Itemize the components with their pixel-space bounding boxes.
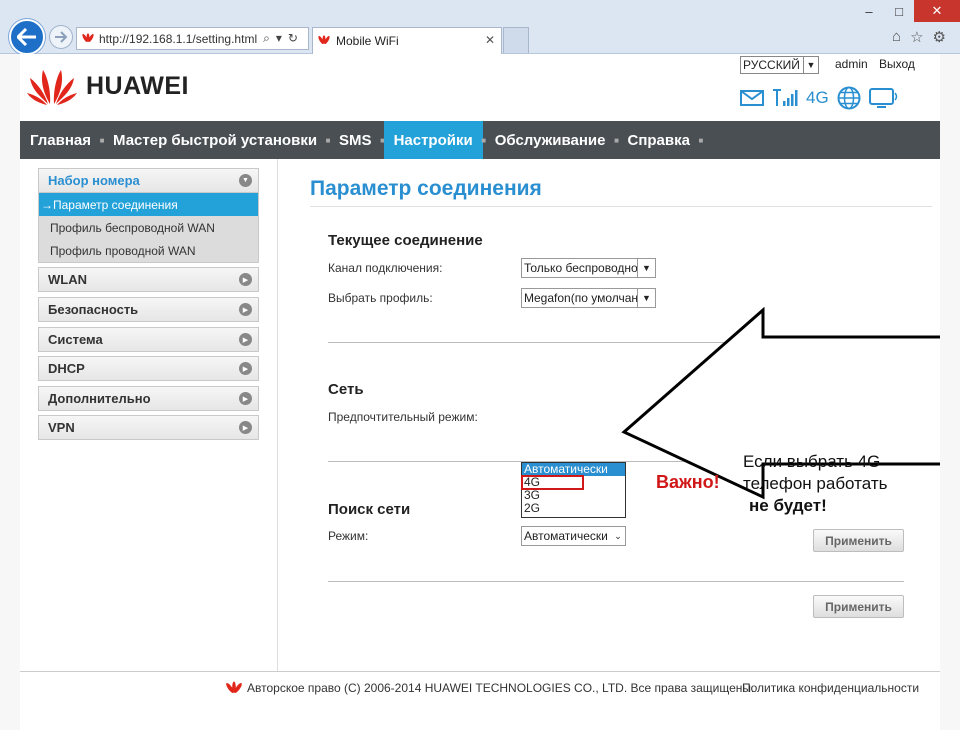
note-line-2: телефон работать	[743, 474, 888, 493]
arrow-right-icon	[55, 31, 68, 43]
footer-divider	[20, 671, 940, 672]
privacy-link[interactable]: Политика конфиденциальности	[742, 681, 919, 695]
highlight-4g-box	[521, 475, 584, 490]
note-line-1: Если выбрать 4G	[743, 452, 881, 471]
mode-option-2g[interactable]: 2G	[522, 502, 625, 515]
minimize-button[interactable]: –	[854, 0, 884, 22]
copyright-text: Авторское право (C) 2006-2014 HUAWEI TEC…	[247, 681, 755, 695]
search-icon[interactable]: ⌕	[263, 31, 270, 46]
maximize-button[interactable]: □	[884, 0, 914, 22]
page: РУССКИЙ ▼ admin Выход HUAWEI 4G Главная …	[0, 54, 960, 730]
forward-button[interactable]	[49, 25, 73, 49]
window-controls: – □ ✕	[854, 0, 960, 22]
close-tab-icon[interactable]: ✕	[485, 33, 495, 47]
annotation-arrow	[621, 306, 940, 500]
footer-copyright: Авторское право (C) 2006-2014 HUAWEI TEC…	[225, 681, 754, 695]
browser-chrome: – □ ✕ http://192.168.1.1/setting.html ⌕ …	[0, 0, 960, 55]
dropdown-icon[interactable]: ▾	[276, 31, 282, 46]
arrow-left-icon	[17, 28, 36, 46]
page-content: РУССКИЙ ▼ admin Выход HUAWEI 4G Главная …	[20, 54, 940, 730]
address-bar[interactable]: http://192.168.1.1/setting.html ⌕ ▾ ↻	[76, 27, 309, 50]
preferred-mode-listbox[interactable]: Автоматически 4G 3G 2G	[521, 462, 626, 518]
refresh-icon[interactable]: ↻	[288, 31, 298, 46]
browser-tools: ⌂ ☆ ⚙	[892, 28, 946, 46]
address-text[interactable]: http://192.168.1.1/setting.html	[99, 32, 257, 46]
star-icon[interactable]: ☆	[910, 28, 923, 46]
huawei-logo-icon	[226, 681, 242, 694]
home-icon[interactable]: ⌂	[892, 28, 901, 46]
tab-title: Mobile WiFi	[336, 34, 399, 48]
site-favicon	[82, 32, 94, 42]
warning-label: Важно!	[656, 472, 720, 492]
gear-icon[interactable]: ⚙	[933, 28, 946, 46]
browser-tab[interactable]: Mobile WiFi ✕	[312, 27, 502, 54]
note-line-3: не будет!	[749, 496, 827, 515]
close-button[interactable]: ✕	[914, 0, 960, 22]
tab-favicon	[318, 35, 330, 44]
new-tab-button[interactable]	[503, 27, 529, 53]
annotation-note: Если выбрать 4G телефон работать не буде…	[743, 451, 887, 517]
back-button[interactable]	[9, 19, 45, 55]
